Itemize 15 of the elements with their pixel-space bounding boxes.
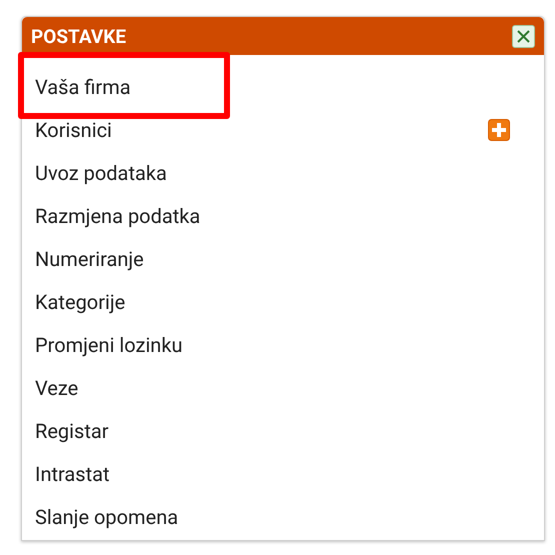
- menu-item[interactable]: Registar: [35, 420, 109, 440]
- menu-item[interactable]: Uvoz podataka: [35, 162, 167, 182]
- menu-item[interactable]: Vaša firma: [35, 76, 131, 96]
- menu-item[interactable]: Slanje opomena: [35, 506, 178, 526]
- menu-item[interactable]: Intrastat: [35, 464, 110, 484]
- close-button[interactable]: [512, 24, 535, 48]
- panel-title: POSTAVKE: [31, 26, 126, 46]
- menu-item[interactable]: Razmjena podatka: [35, 206, 200, 226]
- menu-item[interactable]: Korisnici: [35, 120, 112, 140]
- menu-item[interactable]: Veze: [35, 378, 78, 398]
- add-icon[interactable]: [488, 118, 510, 140]
- menu-item[interactable]: Promjeni lozinku: [35, 334, 183, 354]
- menu-item[interactable]: Numeriranje: [35, 248, 144, 268]
- close-icon: [516, 28, 531, 44]
- menu-item[interactable]: Kategorije: [35, 292, 126, 312]
